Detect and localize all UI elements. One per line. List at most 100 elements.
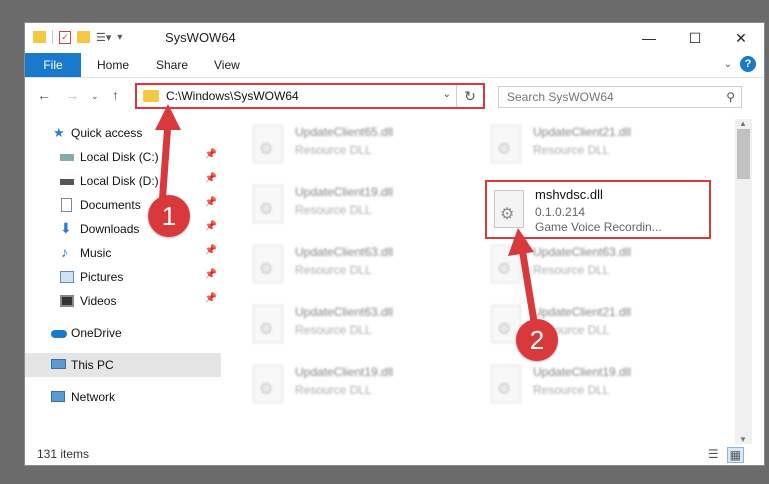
file-name: UpdateClient19.dll	[533, 365, 632, 379]
dropdown-icon[interactable]: ▾	[117, 32, 122, 43]
tab-view[interactable]: View	[214, 53, 240, 77]
annotation-badge-2: 2	[516, 319, 558, 361]
minimize-button[interactable]: —	[626, 23, 672, 53]
downloads-icon: ⬇	[60, 220, 72, 236]
window-controls: — ☐ ✕	[626, 23, 764, 53]
back-arrow-icon[interactable]: ←	[37, 87, 51, 103]
forward-arrow-icon[interactable]: →	[65, 87, 79, 103]
details-view-icon[interactable]: ☰	[708, 447, 719, 463]
folder-icon[interactable]	[33, 31, 46, 43]
search-input[interactable]: Search SysWOW64 ⚲	[498, 86, 742, 108]
tab-home[interactable]: Home	[97, 53, 129, 77]
sidebar-item-network[interactable]: Network	[25, 385, 221, 409]
file-type: Resource DLL	[295, 143, 372, 157]
dll-file-icon	[491, 245, 521, 283]
file-description: Game Voice Recordin...	[535, 220, 662, 234]
pin-icon[interactable]: 📌	[205, 221, 217, 232]
list-item[interactable]: UpdateClient19.dll Resource DLL	[483, 357, 713, 415]
sidebar-item-videos[interactable]: Videos 📌	[25, 289, 221, 313]
window-title: SysWOW64	[165, 30, 236, 45]
file-name: UpdateClient19.dll	[295, 185, 394, 199]
maximize-button[interactable]: ☐	[672, 23, 718, 53]
star-icon: ★	[53, 125, 65, 140]
address-bar[interactable]: C:\Windows\SysWOW64 ⌄ ↻	[135, 83, 485, 109]
item-count: 131 items	[37, 447, 90, 461]
pin-icon[interactable]: 📌	[205, 245, 217, 256]
dll-file-icon	[253, 185, 283, 223]
highlighted-file-mshvdsc[interactable]: mshvdsc.dll 0.1.0.214 Game Voice Recordi…	[485, 180, 711, 239]
sidebar-item-label: Quick access	[71, 126, 143, 140]
properties-icon[interactable]: ✓	[59, 30, 71, 44]
address-path[interactable]: C:\Windows\SysWOW64	[166, 89, 299, 103]
refresh-icon[interactable]: ↻	[456, 85, 483, 107]
sidebar-item-this-pc[interactable]: This PC	[25, 353, 221, 377]
sidebar-item-label: Documents	[80, 198, 141, 212]
dll-file-icon	[253, 305, 283, 343]
file-name: UpdateClient65.dll	[295, 125, 394, 139]
pin-icon[interactable]: 📌	[205, 149, 217, 160]
expand-ribbon-icon[interactable]: ⌄	[724, 59, 732, 70]
list-item[interactable]: UpdateClient65.dll Resource DLL	[245, 117, 475, 175]
sidebar-item-label: This PC	[71, 358, 114, 372]
search-icon[interactable]: ⚲	[726, 90, 735, 104]
sidebar-item-local-disk-d[interactable]: Local Disk (D:) 📌	[25, 169, 221, 193]
recent-locations-icon[interactable]: ⌄	[91, 91, 99, 102]
sidebar-item-documents[interactable]: Documents 📌	[25, 193, 221, 217]
sidebar-item-quick-access[interactable]: ★ Quick access	[25, 121, 221, 145]
scroll-up-icon[interactable]: ▲	[739, 119, 747, 128]
dll-file-icon	[491, 365, 521, 403]
file-name: UpdateClient21.dll	[533, 305, 632, 319]
explorer-window: ✓ ☰▾ ▾ SysWOW64 — ☐ ✕ File Home Share Vi…	[24, 22, 765, 466]
sidebar-item-music[interactable]: ♪ Music 📌	[25, 241, 221, 265]
scrollbar-thumb[interactable]	[737, 129, 750, 179]
pin-icon[interactable]: 📌	[205, 269, 217, 280]
pin-icon[interactable]: 📌	[205, 173, 217, 184]
sidebar-item-downloads[interactable]: ⬇ Downloads 📌	[25, 217, 221, 241]
list-item[interactable]: UpdateClient19.dll Resource DLL	[245, 177, 475, 235]
help-icon[interactable]: ?	[740, 56, 756, 72]
ribbon-tabs: File Home Share View ⌄ ?	[25, 53, 764, 78]
folder-icon	[143, 90, 159, 102]
file-type: Resource DLL	[295, 203, 372, 217]
pictures-icon	[60, 271, 74, 283]
dll-file-icon	[253, 365, 283, 403]
customize-toolbar-icon[interactable]: ☰▾	[96, 31, 111, 44]
annotation-badge-1: 1	[148, 195, 190, 237]
new-folder-icon[interactable]	[77, 31, 90, 43]
file-type: Resource DLL	[295, 263, 372, 277]
network-icon	[51, 391, 65, 402]
title-bar: ✓ ☰▾ ▾ SysWOW64 — ☐ ✕	[25, 23, 764, 53]
list-item[interactable]: UpdateClient19.dll Resource DLL	[245, 357, 475, 415]
list-item[interactable]: UpdateClient21.dll Resource DLL	[483, 117, 713, 175]
file-name: UpdateClient63.dll	[295, 245, 394, 259]
sidebar-item-pictures[interactable]: Pictures 📌	[25, 265, 221, 289]
address-dropdown-icon[interactable]: ⌄	[443, 89, 451, 100]
sidebar-item-local-disk-c[interactable]: Local Disk (C:) 📌	[25, 145, 221, 169]
file-type: Resource DLL	[533, 143, 610, 157]
navigation-bar: ← → ⌄ ↑ C:\Windows\SysWOW64 ⌄ ↻ Search S…	[25, 78, 764, 114]
sidebar-item-label: Downloads	[80, 222, 140, 236]
separator	[52, 30, 53, 44]
drive-icon	[60, 154, 74, 161]
pin-icon[interactable]: 📌	[205, 293, 217, 304]
dll-file-icon	[253, 245, 283, 283]
ribbon-right: ⌄ ?	[724, 56, 756, 72]
close-button[interactable]: ✕	[718, 23, 764, 53]
tiles-view-icon[interactable]: ▦	[726, 447, 744, 463]
tab-share[interactable]: Share	[156, 53, 188, 77]
view-switcher: ☰ ▦	[708, 447, 744, 463]
vertical-scrollbar[interactable]: ▲ ▼	[735, 119, 752, 444]
computer-icon	[51, 359, 66, 369]
list-item[interactable]: UpdateClient63.dll Resource DLL	[245, 237, 475, 295]
tab-file[interactable]: File	[25, 53, 81, 77]
file-name: UpdateClient21.dll	[533, 125, 632, 139]
cloud-icon	[51, 330, 67, 338]
sidebar-item-onedrive[interactable]: OneDrive	[25, 321, 221, 345]
list-item[interactable]: UpdateClient63.dll Resource DLL	[245, 297, 475, 355]
up-arrow-icon[interactable]: ↑	[112, 87, 119, 103]
drive-icon	[60, 179, 74, 185]
list-item[interactable]: UpdateClient63.dll Resource DLL	[483, 237, 713, 295]
sidebar-item-label: Music	[80, 246, 112, 260]
pin-icon[interactable]: 📌	[205, 197, 217, 208]
status-bar: 131 items ☰ ▦	[25, 441, 764, 465]
